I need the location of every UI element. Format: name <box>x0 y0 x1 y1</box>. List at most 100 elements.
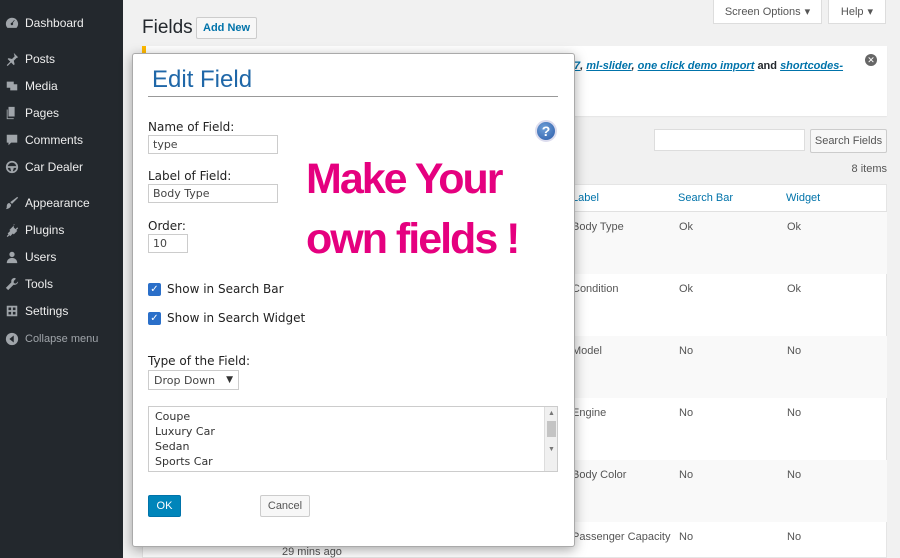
brush-icon <box>5 196 19 210</box>
sidebar-item-plugins[interactable]: Plugins <box>0 218 123 242</box>
notice-links: 7, ml-slider, one click demo import and … <box>574 60 843 72</box>
notice-link[interactable]: one click demo import <box>638 60 755 72</box>
scroll-down-icon[interactable]: ▼ <box>545 443 558 455</box>
cell-label: Condition <box>572 283 619 295</box>
name-of-field-input[interactable]: type <box>148 135 278 154</box>
settings-icon <box>5 304 19 318</box>
cancel-button[interactable]: Cancel <box>260 495 310 517</box>
cell-label: Body Color <box>572 469 627 481</box>
dismiss-notice-icon[interactable]: ✕ <box>865 54 877 66</box>
type-of-field-label: Type of the Field: <box>148 354 251 368</box>
label-of-field-label: Label of Field: <box>148 169 232 183</box>
collapse-menu-label: Collapse menu <box>25 333 99 345</box>
column-header-widget[interactable]: Widget <box>786 192 820 204</box>
sidebar-item-users[interactable]: Users <box>0 245 123 269</box>
show-in-search-bar-checkbox[interactable]: ✓ <box>148 283 161 296</box>
option-line: Sedan <box>155 440 190 453</box>
option-line: Coupe <box>155 410 191 423</box>
sidebar-item-label: Appearance <box>25 196 90 210</box>
cell-search-bar: No <box>679 469 694 481</box>
textarea-scrollbar[interactable]: ▲ ▼ <box>544 407 557 471</box>
add-new-button[interactable]: Add New <box>196 17 258 39</box>
column-header-search-bar[interactable]: Search Bar <box>678 192 733 204</box>
cell-label: Engine <box>572 407 607 419</box>
time-ago: 29 mins ago <box>282 546 342 558</box>
search-input[interactable] <box>654 129 805 151</box>
show-in-search-bar-label[interactable]: Show in Search Bar <box>167 282 284 296</box>
search-fields-button[interactable]: Search Fields <box>810 129 887 153</box>
cell-label: Passenger Capacity <box>572 531 671 543</box>
collapse-menu-button[interactable]: Collapse menu <box>0 327 123 351</box>
cell-widget: Ok <box>787 221 802 233</box>
option-line: Sports Car <box>155 455 213 468</box>
sidebar-item-settings[interactable]: Settings <box>0 299 123 323</box>
steering-wheel-icon <box>5 160 19 174</box>
screen-options-button[interactable]: Screen Options ▾ <box>713 0 822 24</box>
cell-widget: No <box>787 345 802 357</box>
sidebar-item-pages[interactable]: Pages <box>0 101 123 125</box>
sidebar-item-label: Settings <box>25 304 69 318</box>
help-button[interactable]: Help ▾ <box>828 0 886 24</box>
cell-search-bar: Ok <box>679 221 694 233</box>
collapse-icon <box>5 332 19 346</box>
notice-link[interactable]: ml-slider <box>586 60 631 72</box>
title-divider <box>148 96 558 97</box>
order-input[interactable]: 10 <box>148 234 188 253</box>
sidebar-item-label: Plugins <box>25 223 65 237</box>
pin-icon <box>5 52 19 66</box>
sidebar-item-label: Tools <box>25 277 54 291</box>
wrench-icon <box>5 277 19 291</box>
label-of-field-input[interactable]: Body Type <box>148 184 278 203</box>
cell-label: Model <box>572 345 602 357</box>
sidebar-item-comments[interactable]: Comments <box>0 128 123 152</box>
notice-separator: , <box>580 60 584 72</box>
items-count: 8 items <box>851 163 887 175</box>
show-in-search-widget-label[interactable]: Show in Search Widget <box>167 311 305 325</box>
option-line: Luxury Car <box>155 425 215 438</box>
sidebar-item-label: Dashboard <box>25 16 84 30</box>
sidebar-item-posts[interactable]: Posts <box>0 47 123 71</box>
promo-headline: own fields ! <box>306 215 520 263</box>
chevron-down-icon: ▼ <box>226 375 233 385</box>
sidebar-item-label: Users <box>25 250 57 264</box>
users-icon <box>5 250 19 264</box>
page-title: Fields <box>142 17 193 38</box>
sidebar-item-car-dealer[interactable]: Car Dealer <box>0 155 123 179</box>
order-label: Order: <box>148 219 186 233</box>
cell-search-bar: No <box>679 407 694 419</box>
sidebar-item-dashboard[interactable]: Dashboard <box>0 11 123 35</box>
cell-widget: No <box>787 407 802 419</box>
cell-search-bar: No <box>679 531 694 543</box>
scrollbar-thumb[interactable] <box>547 421 556 437</box>
screen-options-label: Screen Options <box>724 5 801 18</box>
cell-search-bar: Ok <box>679 283 694 295</box>
dialog-title: Edit Field <box>152 66 253 93</box>
sidebar-item-label: Comments <box>25 133 84 147</box>
sidebar-item-appearance[interactable]: Appearance <box>0 191 123 215</box>
caret-down-icon: ▾ <box>867 6 874 18</box>
cell-search-bar: No <box>679 345 694 357</box>
media-icon <box>5 79 19 93</box>
sidebar-item-label: Pages <box>25 106 60 120</box>
options-textarea[interactable]: Coupe Luxury Car Sedan Sports Car ▲ ▼ <box>148 406 558 472</box>
cell-widget: No <box>787 531 802 543</box>
notice-and-text: and <box>757 60 777 72</box>
name-of-field-label: Name of Field: <box>148 120 235 134</box>
sidebar-item-tools[interactable]: Tools <box>0 272 123 296</box>
ok-button[interactable]: OK <box>148 495 181 517</box>
help-label: Help <box>840 5 864 18</box>
pages-icon <box>5 106 19 120</box>
field-type-select[interactable]: Drop Down ▼ <box>148 370 239 390</box>
caret-down-icon: ▾ <box>804 6 811 18</box>
cell-widget: No <box>787 469 802 481</box>
dashboard-icon <box>5 16 19 30</box>
scroll-up-icon[interactable]: ▲ <box>545 407 558 419</box>
plug-icon <box>5 223 19 237</box>
sidebar-item-media[interactable]: Media <box>0 74 123 98</box>
sidebar-item-label: Car Dealer <box>25 160 84 174</box>
column-header-label[interactable]: Label <box>572 192 599 204</box>
sidebar-item-label: Posts <box>25 52 56 66</box>
show-in-search-widget-checkbox[interactable]: ✓ <box>148 312 161 325</box>
notice-link[interactable]: shortcodes- <box>780 60 843 72</box>
help-icon[interactable]: ? <box>535 120 557 142</box>
